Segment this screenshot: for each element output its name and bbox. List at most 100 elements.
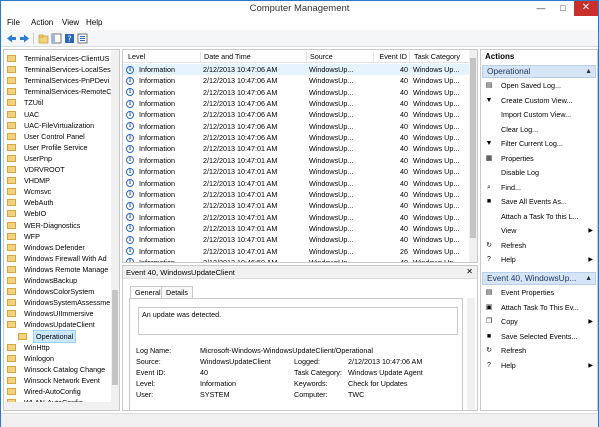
- tree-item[interactable]: TZUtil: [4, 97, 114, 108]
- event-row[interactable]: i Information 2/12/2013 10:47:06 AM Windows…: [123, 98, 471, 109]
- event-row[interactable]: i Information 2/12/2013 10:47:01 AM Windows…: [123, 155, 471, 166]
- action-find[interactable]: ⌕ Find...: [485, 182, 595, 194]
- action-clear-log[interactable]: Clear Log...: [485, 124, 595, 136]
- event-row[interactable]: i Information 2/12/2013 10:47:01 AM Windows…: [123, 143, 471, 154]
- column-level[interactable]: Level: [126, 52, 201, 63]
- action-properties[interactable]: ▦ Properties: [485, 153, 595, 165]
- navigation-tree[interactable]: TerminalServices-ClientUS TerminalService…: [3, 49, 120, 411]
- event-row[interactable]: i Information 2/12/2013 10:47:06 AM Windows…: [123, 132, 471, 143]
- tab-details[interactable]: Details: [161, 286, 193, 298]
- tree-item[interactable]: UAC-FileVirtualization: [4, 120, 114, 131]
- tree-item[interactable]: WER-Diagnostics: [4, 220, 114, 231]
- action-event-properties[interactable]: ▤ Event Properties: [485, 287, 595, 299]
- up-folder-icon[interactable]: [38, 33, 49, 44]
- column-task-category[interactable]: Task Category: [412, 52, 470, 63]
- properties-icon[interactable]: [77, 33, 88, 44]
- detail-close-icon[interactable]: ✕: [466, 267, 473, 276]
- tree-item[interactable]: Winsock Catalog Change: [4, 364, 114, 375]
- scrollbar-thumb[interactable]: [112, 290, 118, 385]
- tree-item[interactable]: WindowsColorSystem: [4, 286, 114, 297]
- minimize-button[interactable]: —: [530, 1, 552, 16]
- tree-item[interactable]: WebAuth: [4, 197, 114, 208]
- tree-item[interactable]: UserPnp: [4, 153, 114, 164]
- tree-item[interactable]: UAC: [4, 109, 114, 120]
- tree-item[interactable]: Winlogon: [4, 353, 114, 364]
- tree-item[interactable]: VHDMP: [4, 175, 114, 186]
- event-row[interactable]: i Information 2/12/2013 10:47:06 AM Windows…: [123, 109, 471, 120]
- action-save-selected-events[interactable]: ■ Save Selected Events...: [485, 331, 595, 343]
- menu-view[interactable]: View: [62, 18, 79, 27]
- tree-item-selected[interactable]: Operational: [4, 329, 114, 343]
- menu-help[interactable]: Help: [86, 18, 102, 27]
- tree-item[interactable]: User Profile Service: [4, 142, 114, 153]
- collapse-caret-icon[interactable]: ▲: [585, 273, 592, 284]
- event-row[interactable]: i Information 2/12/2013 10:47:01 AM Windows…: [123, 178, 471, 189]
- actions-section-operational[interactable]: Operational ▲: [482, 65, 596, 78]
- scrollbar-thumb[interactable]: [470, 58, 476, 238]
- tree-item[interactable]: WindowsBackup: [4, 275, 114, 286]
- maximize-button[interactable]: □: [552, 1, 574, 16]
- action-help[interactable]: ? Help ▶: [485, 254, 595, 266]
- close-button[interactable]: ✕: [574, 1, 598, 16]
- tree-item[interactable]: WebIO: [4, 208, 114, 219]
- action-refresh[interactable]: ↻ Refresh: [485, 345, 595, 357]
- menu-action[interactable]: Action: [31, 18, 53, 27]
- tree-item[interactable]: User Control Panel: [4, 131, 114, 142]
- event-list[interactable]: Level Date and Time Source Event ID Task…: [122, 49, 478, 263]
- tree-item[interactable]: TerminalServices-RemoteC: [4, 86, 114, 97]
- back-arrow-icon[interactable]: [6, 33, 17, 44]
- tree-vertical-scrollbar[interactable]: [111, 50, 119, 410]
- event-row[interactable]: i Information 2/12/2013 10:47:06 AM Windows…: [123, 87, 471, 98]
- event-row[interactable]: i Information 2/12/2013 10:47:01 AM Windows…: [123, 234, 471, 245]
- tree-item[interactable]: WinHttp: [4, 342, 114, 353]
- action-create-custom-view[interactable]: ▼ Create Custom View...: [485, 95, 595, 107]
- column-date-time[interactable]: Date and Time: [202, 52, 307, 63]
- tree-item[interactable]: WFP: [4, 231, 114, 242]
- event-row[interactable]: i Information 2/12/2013 10:47:06 AM Windows…: [123, 75, 471, 86]
- action-open-saved-log[interactable]: ▤ Open Saved Log...: [485, 80, 595, 92]
- action-attach-task-to-this-ev[interactable]: ▣ Attach Task To This Ev...: [485, 302, 595, 314]
- action-import-custom-view[interactable]: Import Custom View...: [485, 109, 595, 121]
- action-disable-log[interactable]: Disable Log: [485, 167, 595, 179]
- event-row[interactable]: i Information 2/12/2013 10:47:01 AM Windows…: [123, 246, 471, 257]
- tree-item[interactable]: Wcmsvc: [4, 186, 114, 197]
- column-source[interactable]: Source: [308, 52, 374, 63]
- action-filter-current-log[interactable]: ▼ Filter Current Log...: [485, 138, 595, 150]
- actions-section-event[interactable]: Event 40, WindowsUp... ▲: [482, 272, 596, 285]
- tree-item[interactable]: Winsock Network Event: [4, 375, 114, 386]
- tree-item[interactable]: WindowsUIImmersive: [4, 308, 114, 319]
- action-copy[interactable]: ❐ Copy ▶: [485, 316, 595, 328]
- action-attach-a-task-to-this-l[interactable]: Attach a Task To this L...: [485, 211, 595, 223]
- show-hide-tree-icon[interactable]: [51, 33, 62, 44]
- tree-item[interactable]: Windows Defender: [4, 242, 114, 253]
- event-list-scrollbar[interactable]: [469, 50, 477, 262]
- action-view[interactable]: View ▶: [485, 225, 595, 237]
- event-row[interactable]: i Information 2/12/2013 10:46:50 AM Windows…: [123, 257, 471, 262]
- tree-item[interactable]: Wired-AutoConfig: [4, 386, 114, 397]
- tree-item[interactable]: VDRVROOT: [4, 164, 114, 175]
- forward-arrow-icon[interactable]: [19, 33, 30, 44]
- event-row[interactable]: i Information 2/12/2013 10:47:01 AM Windows…: [123, 166, 471, 177]
- title-bar[interactable]: Computer Management — □ ✕: [1, 1, 598, 17]
- event-row[interactable]: i Information 2/12/2013 10:47:01 AM Windows…: [123, 212, 471, 223]
- tree-item[interactable]: WindowsSystemAssessme: [4, 297, 114, 308]
- detail-scrollbar[interactable]: [467, 298, 475, 410]
- tree-item[interactable]: Windows Firewall With Ad: [4, 253, 114, 264]
- event-row[interactable]: i Information 2/12/2013 10:47:01 AM Windows…: [123, 200, 471, 211]
- tree-item[interactable]: TerminalServices-ClientUS: [4, 53, 114, 64]
- event-row[interactable]: i Information 2/12/2013 10:47:01 AM Windows…: [123, 223, 471, 234]
- tree-item[interactable]: WindowsUpdateClient: [4, 319, 114, 330]
- tree-horizontal-scrollbar[interactable]: [4, 402, 112, 410]
- action-save-all-events-as[interactable]: ■ Save All Events As...: [485, 196, 595, 208]
- action-refresh[interactable]: ↻ Refresh: [485, 240, 595, 252]
- tree-item[interactable]: Windows Remote Manage: [4, 264, 114, 275]
- collapse-caret-icon[interactable]: ▲: [585, 66, 592, 77]
- tree-item[interactable]: TerminalServices-PnPDevi: [4, 75, 114, 86]
- event-row[interactable]: i Information 2/12/2013 10:47:06 AM Windows…: [123, 121, 471, 132]
- column-event-id[interactable]: Event ID: [375, 52, 410, 63]
- tree-item[interactable]: TerminalServices-LocalSes: [4, 64, 114, 75]
- action-help[interactable]: ? Help ▶: [485, 360, 595, 372]
- help-icon[interactable]: ?: [64, 33, 75, 44]
- event-row[interactable]: i Information 2/12/2013 10:47:01 AM Windows…: [123, 189, 471, 200]
- menu-file[interactable]: File: [7, 18, 20, 27]
